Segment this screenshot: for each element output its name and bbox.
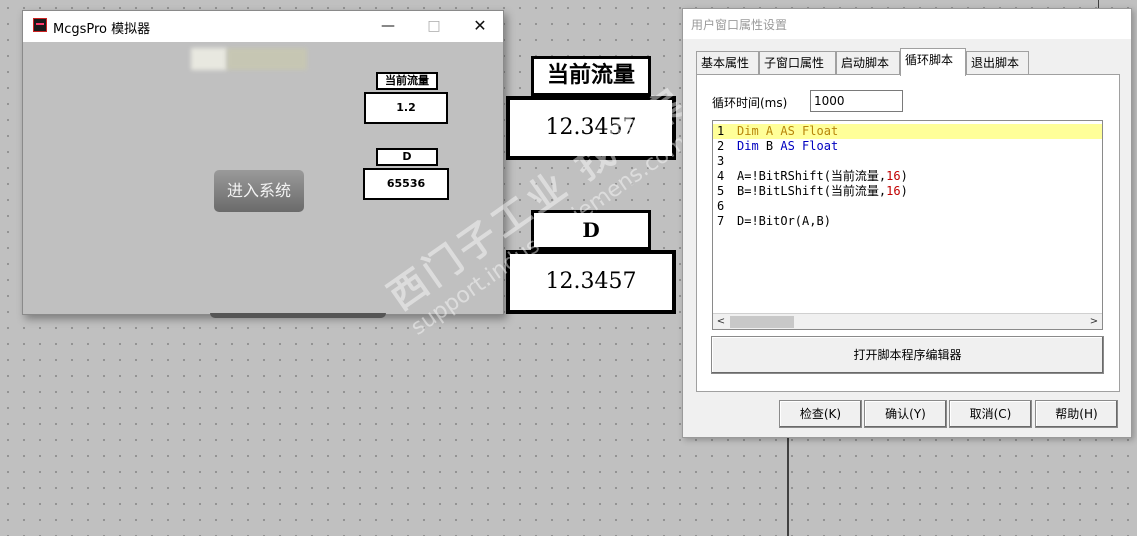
simulator-window: McgsPro 模拟器 — □ ✕ 当前流量 1.2 D 65536 进入系统 bbox=[22, 10, 504, 315]
sim-d-label: D bbox=[376, 148, 438, 166]
line-number: 4 bbox=[717, 169, 725, 183]
scroll-left-icon[interactable]: < bbox=[713, 314, 729, 329]
code-line[interactable]: 4 A=!BitRShift(当前流量,16) bbox=[713, 169, 1102, 184]
simulator-titlebar[interactable]: McgsPro 模拟器 — □ ✕ bbox=[23, 11, 503, 41]
mcgs-logo-icon bbox=[33, 18, 47, 32]
cycle-time-input[interactable] bbox=[810, 90, 903, 112]
code-line[interactable]: 6 bbox=[713, 199, 1102, 214]
line-number: 6 bbox=[717, 199, 725, 213]
tab-startup-script[interactable]: 启动脚本 bbox=[836, 51, 900, 75]
tab-basic[interactable]: 基本属性 bbox=[696, 51, 759, 75]
line-number: 7 bbox=[717, 214, 725, 228]
sim-flow-value: 1.2 bbox=[364, 92, 448, 124]
confirm-button[interactable]: 确认(Y) bbox=[864, 400, 947, 428]
close-icon[interactable]: ✕ bbox=[457, 11, 503, 41]
check-button[interactable]: 检查(K) bbox=[779, 400, 862, 428]
tab-subwindow[interactable]: 子窗口属性 bbox=[759, 51, 836, 75]
blurred-image bbox=[227, 48, 307, 70]
code-text: Dim A AS Float bbox=[737, 124, 839, 138]
code-line[interactable]: 3 bbox=[713, 154, 1102, 169]
code-line[interactable]: 7 D=!BitOr(A,B) bbox=[713, 214, 1102, 229]
scroll-right-icon[interactable]: > bbox=[1086, 314, 1102, 329]
dialog-title: 用户窗口属性设置 bbox=[691, 18, 788, 32]
code-text: D=!BitOr(A,B) bbox=[737, 214, 831, 228]
script-editor[interactable]: 1 Dim A AS Float 2 Dim B AS Float 3 4 A=… bbox=[712, 120, 1103, 330]
canvas-flow-label[interactable]: 当前流量 bbox=[531, 56, 651, 96]
dialog-titlebar[interactable]: 用户窗口属性设置 bbox=[683, 9, 1131, 39]
line-number: 5 bbox=[717, 184, 725, 198]
scrollbar-thumb[interactable] bbox=[730, 316, 794, 328]
tab-loop-script[interactable]: 循环脚本 bbox=[900, 48, 966, 76]
help-button[interactable]: 帮助(H) bbox=[1035, 400, 1118, 428]
code-text: B=!BitLShift(当前流量,16) bbox=[737, 184, 908, 198]
tab-exit-script[interactable]: 退出脚本 bbox=[966, 51, 1029, 75]
code-text: Dim B AS Float bbox=[737, 139, 839, 153]
code-line[interactable]: 5 B=!BitLShift(当前流量,16) bbox=[713, 184, 1102, 199]
code-line[interactable]: 1 Dim A AS Float bbox=[713, 124, 1102, 139]
canvas-d-label[interactable]: D bbox=[531, 210, 651, 250]
minimize-icon[interactable]: — bbox=[365, 11, 411, 41]
simulator-title: McgsPro 模拟器 bbox=[53, 22, 151, 37]
line-number: 1 bbox=[717, 124, 725, 138]
line-number: 2 bbox=[717, 139, 725, 153]
maximize-icon[interactable]: □ bbox=[411, 11, 457, 41]
simulator-client-area: 当前流量 1.2 D 65536 进入系统 bbox=[23, 42, 503, 314]
open-script-editor-button[interactable]: 打开脚本程序编辑器 bbox=[711, 336, 1104, 374]
loop-script-panel: 循环时间(ms) 1 Dim A AS Float 2 Dim B AS Flo… bbox=[696, 74, 1120, 392]
canvas-flow-value[interactable]: 12.3457 bbox=[506, 96, 676, 160]
canvas-d-value[interactable]: 12.3457 bbox=[506, 250, 676, 314]
hidden-button-edge bbox=[210, 313, 386, 318]
code-line[interactable]: 2 Dim B AS Float bbox=[713, 139, 1102, 154]
cycle-time-label: 循环时间(ms) bbox=[712, 96, 788, 110]
cancel-button[interactable]: 取消(C) bbox=[949, 400, 1032, 428]
blurred-image bbox=[191, 48, 227, 70]
horizontal-scrollbar[interactable]: < > bbox=[713, 313, 1102, 329]
canvas-divider-line bbox=[787, 430, 789, 536]
enter-system-button[interactable]: 进入系统 bbox=[214, 170, 304, 212]
code-text: A=!BitRShift(当前流量,16) bbox=[737, 169, 908, 183]
window-properties-dialog: 用户窗口属性设置 基本属性 子窗口属性 启动脚本 循环脚本 退出脚本 循环时间(… bbox=[682, 8, 1132, 438]
line-number: 3 bbox=[717, 154, 725, 168]
sim-flow-label: 当前流量 bbox=[376, 72, 438, 90]
sim-d-value: 65536 bbox=[363, 168, 449, 200]
